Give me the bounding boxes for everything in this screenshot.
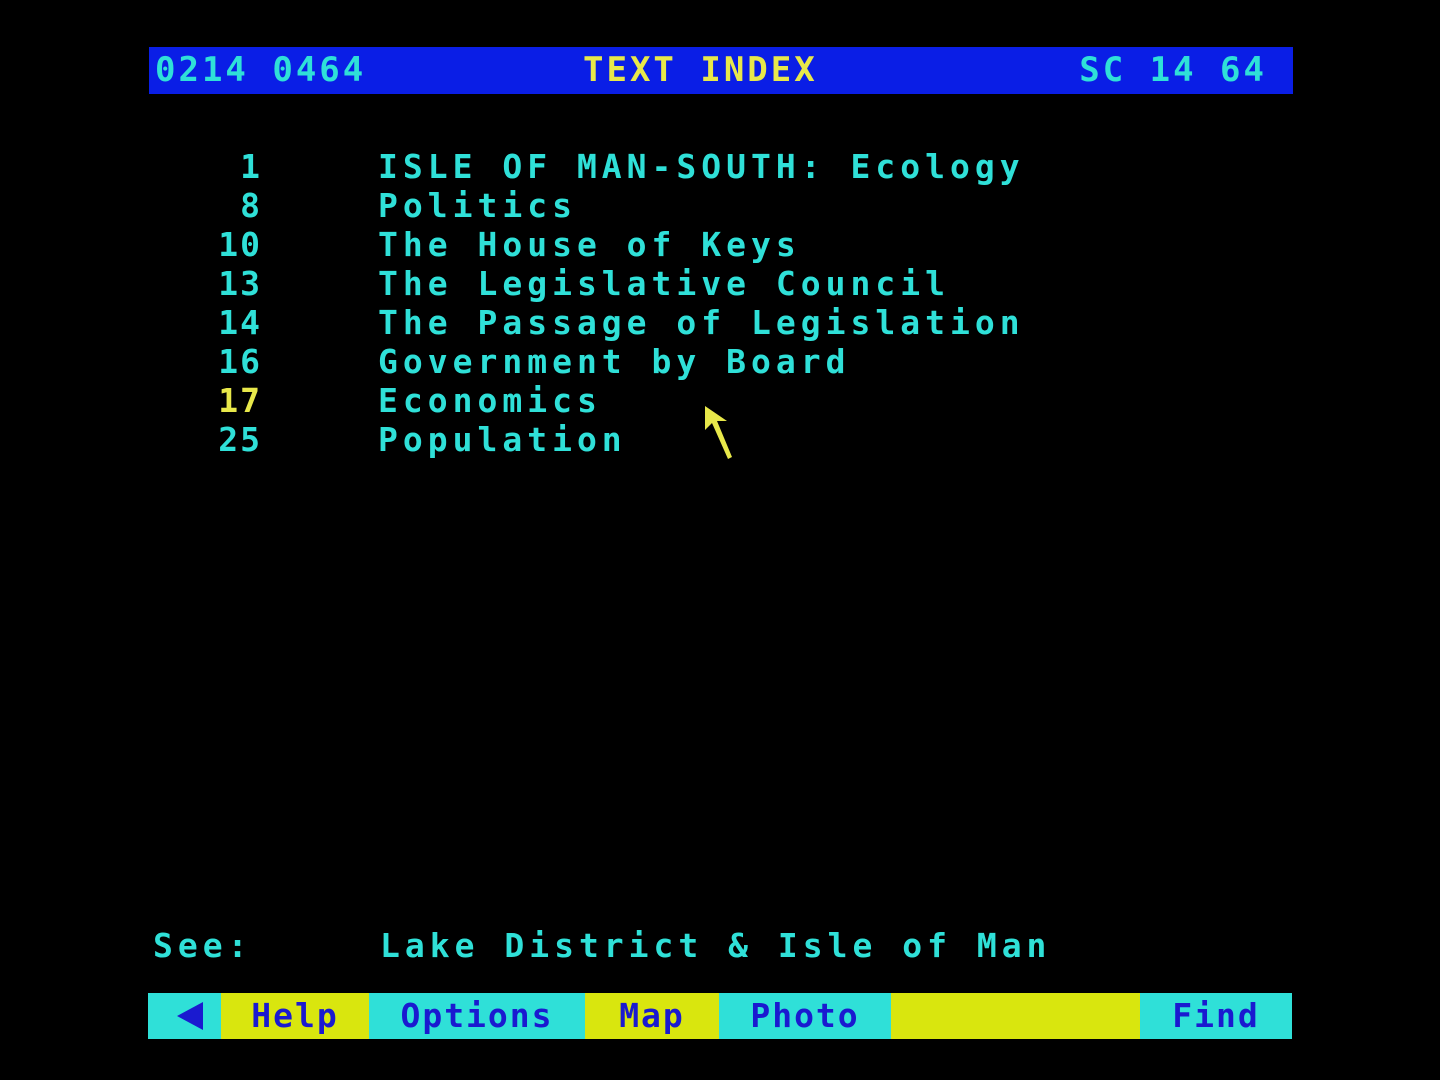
left-arrow-icon xyxy=(176,1001,203,1030)
header-bar: 0214 0464 TEXT INDEX SC 14 64 xyxy=(149,47,1293,94)
index-page-number: 13 xyxy=(218,264,262,303)
index-item[interactable]: 16 Government by Board xyxy=(0,342,1440,381)
empty-toolbar-slot xyxy=(891,993,1140,1039)
index-title: Politics xyxy=(378,186,577,225)
photo-button[interactable]: Photo xyxy=(719,993,891,1039)
index-item[interactable]: 14 The Passage of Legislation xyxy=(0,303,1440,342)
index-title: Economics xyxy=(378,381,602,420)
index-page-number: 17 xyxy=(218,381,262,420)
index-title: Government by Board xyxy=(378,342,851,381)
index-page-number: 16 xyxy=(218,342,262,381)
index-title: ISLE OF MAN-SOUTH: Ecology xyxy=(378,147,1025,186)
mouse-pointer-icon xyxy=(705,406,732,459)
index-item[interactable]: 8 Politics xyxy=(0,186,1440,225)
index-title: The House of Keys xyxy=(378,225,801,264)
find-button[interactable]: Find xyxy=(1140,993,1292,1039)
page-title: TEXT INDEX xyxy=(583,50,818,90)
back-button[interactable] xyxy=(148,993,221,1039)
see-label: See: xyxy=(153,926,253,965)
function-toolbar: Help Options Map Photo Find xyxy=(148,993,1292,1039)
index-item[interactable]: 1 ISLE OF MAN-SOUTH: Ecology xyxy=(0,147,1440,186)
index-title: The Passage of Legislation xyxy=(378,303,1025,342)
index-page-number: 1 xyxy=(240,147,262,186)
options-button[interactable]: Options xyxy=(369,993,585,1039)
index-item[interactable]: 10 The House of Keys xyxy=(0,225,1440,264)
map-button[interactable]: Map xyxy=(585,993,719,1039)
see-link[interactable]: Lake District & Isle of Man xyxy=(380,926,1051,966)
index-page-number: 25 xyxy=(218,420,262,459)
index-page-number: 8 xyxy=(240,186,262,225)
index-page-number: 14 xyxy=(218,303,262,342)
help-button[interactable]: Help xyxy=(221,993,369,1039)
index-title: Population xyxy=(378,420,627,459)
index-page-number: 10 xyxy=(218,225,262,264)
grid-reference: 0214 0464 xyxy=(155,50,367,90)
index-item[interactable]: 13 The Legislative Council xyxy=(0,264,1440,303)
map-reference: SC 14 64 xyxy=(1079,50,1267,90)
index-title: The Legislative Council xyxy=(378,264,950,303)
